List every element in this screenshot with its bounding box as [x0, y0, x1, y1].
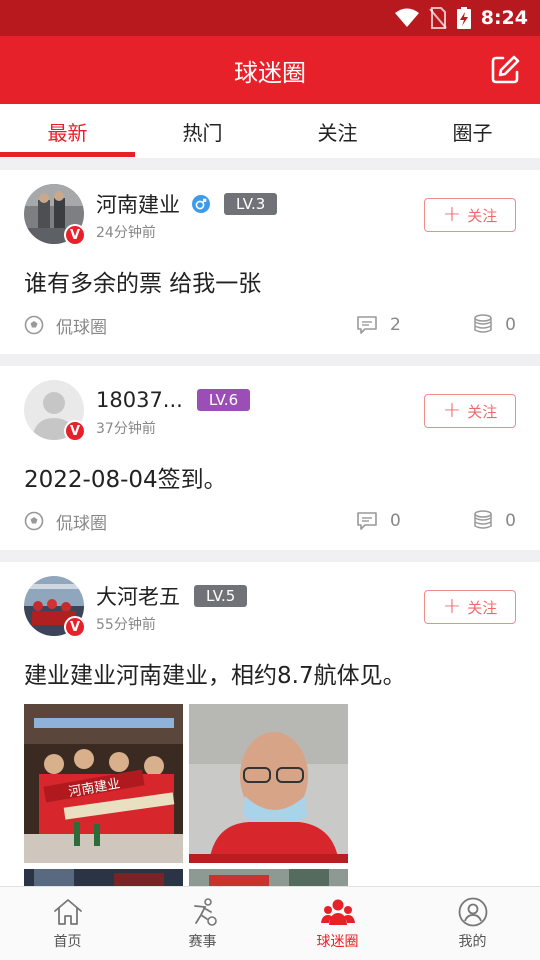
football-icon [24, 511, 44, 531]
post-time: 24分钟前 [96, 225, 156, 241]
follow-button[interactable]: + 关注 [424, 198, 516, 232]
circle-name: 侃球圈 [56, 317, 107, 338]
male-icon [192, 195, 210, 213]
nav-profile[interactable]: 我的 [405, 887, 540, 960]
circle-name: 侃球圈 [56, 513, 107, 534]
verified-badge-icon: V [64, 616, 86, 638]
user-name[interactable]: 18037... [96, 388, 183, 412]
follow-label: 关注 [467, 598, 498, 617]
verified-badge-icon: V [64, 224, 86, 246]
post-content[interactable]: 2022-08-04签到。 [24, 462, 516, 498]
follow-button[interactable]: + 关注 [424, 590, 516, 624]
follow-label: 关注 [467, 206, 498, 225]
comment-button[interactable]: 2 [356, 315, 401, 335]
coin-button[interactable]: 0 [473, 314, 516, 336]
post-card[interactable]: V 河南建业 LV.3 24分钟前 + 关注 谁有多余的票 给我一张 侃球圈 2… [0, 170, 540, 354]
tab-bar: 最新 热门 关注 圈子 [0, 104, 540, 158]
nav-label: 我的 [458, 933, 487, 950]
comment-count: 2 [390, 315, 401, 335]
coins-icon [474, 314, 492, 333]
post-image[interactable] [189, 869, 348, 886]
coin-count: 0 [505, 511, 516, 531]
user-name[interactable]: 河南建业 [96, 189, 180, 219]
no-sim-icon [428, 7, 447, 29]
verified-badge-icon: V [64, 420, 86, 442]
plus-icon: + [442, 202, 462, 227]
plus-icon: + [442, 398, 462, 423]
compose-button[interactable] [488, 53, 522, 87]
post-feed[interactable]: V 河南建业 LV.3 24分钟前 + 关注 谁有多余的票 给我一张 侃球圈 2… [0, 158, 540, 886]
post-card[interactable]: V 大河老五 LV.5 55分钟前 + 关注 建业建业河南建业，相约8.7航体见… [0, 562, 540, 886]
comment-icon [357, 316, 377, 334]
post-circle[interactable]: 侃球圈 [24, 509, 107, 534]
bottom-nav: 首页 赛事 球迷圈 我的 [0, 886, 540, 960]
profile-icon [458, 897, 487, 926]
page-title: 球迷圈 [234, 58, 306, 87]
comment-button[interactable]: 0 [356, 511, 401, 531]
home-icon [53, 898, 82, 925]
fans-circle-icon [320, 899, 355, 925]
nav-matches[interactable]: 赛事 [135, 887, 270, 960]
level-badge: LV.3 [224, 193, 278, 215]
post-time: 55分钟前 [96, 617, 156, 633]
wifi-icon [394, 8, 419, 28]
post-image[interactable]: 河南建业 [24, 704, 183, 863]
nav-home[interactable]: 首页 [0, 887, 135, 960]
avatar[interactable]: V [24, 184, 86, 246]
post-time: 37分钟前 [96, 421, 156, 437]
avatar[interactable]: V [24, 576, 86, 638]
clock: 8:24 [480, 7, 528, 29]
post-images: 河南建业 [24, 704, 354, 886]
avatar[interactable]: V [24, 380, 86, 442]
coin-button[interactable]: 0 [473, 510, 516, 532]
coin-count: 0 [505, 315, 516, 335]
comment-icon [357, 512, 377, 530]
edit-icon [491, 55, 520, 84]
post-content[interactable]: 建业建业河南建业，相约8.7航体见。 [24, 658, 516, 694]
post-card[interactable]: V 18037... LV.6 37分钟前 + 关注 2022-08-04签到。… [0, 366, 540, 550]
post-content[interactable]: 谁有多余的票 给我一张 [24, 266, 516, 302]
level-badge: LV.6 [196, 389, 251, 411]
tab-following[interactable]: 关注 [270, 104, 405, 158]
post-image[interactable] [189, 704, 348, 863]
post-circle[interactable]: 侃球圈 [24, 313, 107, 338]
post-image[interactable] [24, 869, 183, 886]
app-header: 球迷圈 [0, 36, 540, 104]
tab-hot[interactable]: 热门 [135, 104, 270, 158]
level-badge: LV.5 [194, 585, 248, 607]
nav-label: 赛事 [188, 933, 217, 950]
user-name[interactable]: 大河老五 [96, 581, 180, 611]
football-icon [24, 315, 44, 335]
status-bar: 8:24 [0, 0, 540, 36]
follow-button[interactable]: + 关注 [424, 394, 516, 428]
nav-fans-circle[interactable]: 球迷圈 [270, 887, 405, 960]
nav-label: 球迷圈 [316, 933, 359, 950]
comment-count: 0 [390, 511, 401, 531]
follow-label: 关注 [467, 402, 498, 421]
tab-latest[interactable]: 最新 [0, 104, 135, 158]
battery-charging-icon [456, 7, 471, 29]
nav-label: 首页 [53, 933, 82, 950]
tab-circles[interactable]: 圈子 [405, 104, 540, 158]
coins-icon [474, 510, 492, 529]
plus-icon: + [442, 594, 462, 619]
match-icon [193, 897, 217, 926]
